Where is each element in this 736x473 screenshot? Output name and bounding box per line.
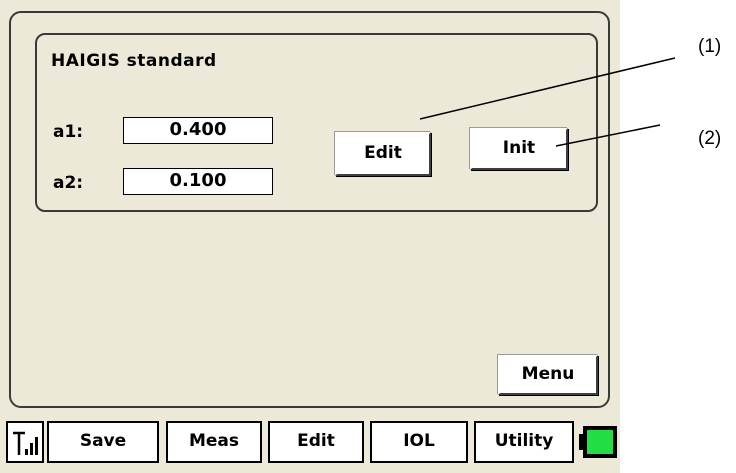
callout-2: (2) xyxy=(698,128,722,149)
callout-lines xyxy=(419,57,676,147)
callout-1: (1) xyxy=(698,36,722,57)
